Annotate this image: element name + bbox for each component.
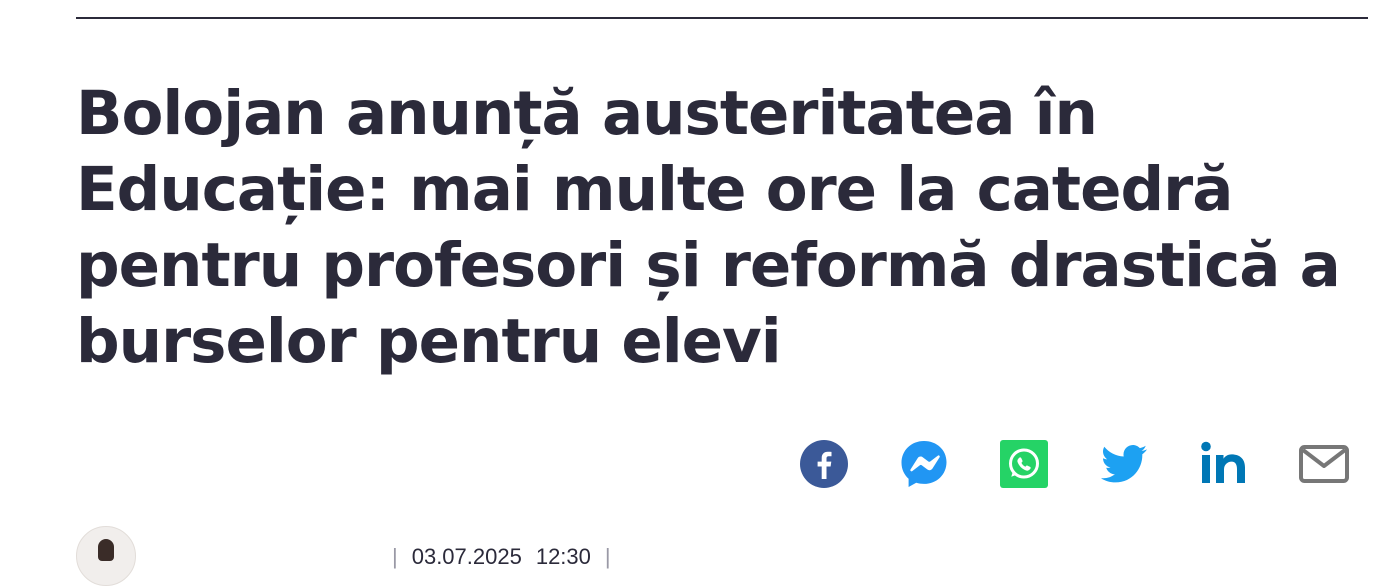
article-meta-row: | 03.07.2025 12:30 | (76, 526, 611, 586)
linkedin-icon (1201, 441, 1245, 483)
meta-separator: | (392, 544, 398, 569)
share-linkedin-button[interactable] (1198, 438, 1250, 490)
article-meta: | 03.07.2025 12:30 | (392, 544, 611, 570)
share-email-button[interactable] (1298, 438, 1350, 490)
header-divider (76, 17, 1368, 19)
facebook-icon (800, 440, 848, 488)
publish-date: 03.07.2025 (411, 544, 522, 569)
meta-separator: | (604, 544, 611, 569)
share-whatsapp-button[interactable] (998, 438, 1050, 490)
article-title: Bolojan anunță austeritatea în Educație:… (76, 78, 1341, 377)
share-twitter-button[interactable] (1098, 438, 1150, 490)
publish-time: 12:30 (535, 544, 591, 569)
messenger-icon (901, 441, 947, 487)
whatsapp-icon (1000, 440, 1048, 488)
twitter-icon (1101, 445, 1147, 483)
email-icon (1299, 445, 1349, 483)
author-avatar[interactable] (76, 526, 136, 586)
avatar-figure (98, 539, 114, 561)
share-facebook-button[interactable] (798, 438, 850, 490)
share-messenger-button[interactable] (898, 438, 950, 490)
share-bar (798, 436, 1350, 492)
